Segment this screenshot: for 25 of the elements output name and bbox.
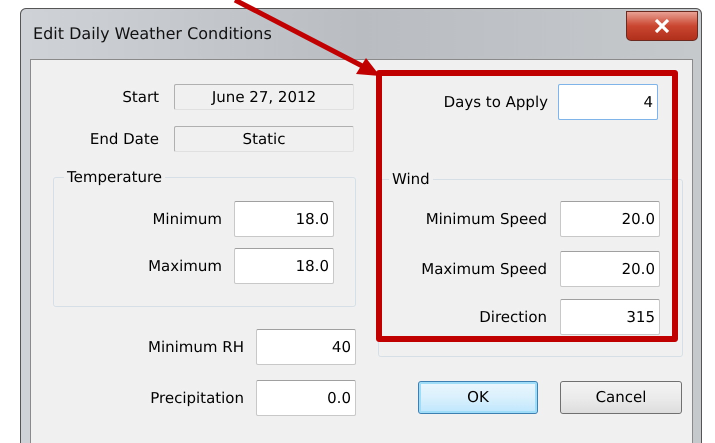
input-field[interactable]: 20.0 bbox=[560, 201, 660, 237]
ok-button[interactable]: OK bbox=[418, 381, 538, 414]
input-field[interactable]: 40 bbox=[256, 329, 356, 365]
field-label: Maximum bbox=[148, 256, 222, 277]
field-label: Start bbox=[122, 86, 159, 108]
input-field[interactable]: 18.0 bbox=[234, 201, 334, 237]
field-label: Days to Apply bbox=[444, 92, 548, 113]
close-button[interactable] bbox=[626, 11, 698, 41]
input-field[interactable]: 0.0 bbox=[256, 380, 356, 416]
input-field[interactable]: 18.0 bbox=[234, 248, 334, 284]
field-label: Minimum RH bbox=[148, 336, 244, 358]
close-icon bbox=[654, 19, 670, 33]
field-label: Minimum Speed bbox=[426, 208, 547, 230]
field-label: Maximum Speed bbox=[421, 258, 547, 280]
input-field[interactable]: 20.0 bbox=[560, 251, 660, 287]
field-label: Precipitation bbox=[150, 388, 244, 409]
input-field[interactable]: 315 bbox=[560, 299, 660, 335]
field-label: End Date bbox=[90, 128, 159, 150]
cancel-button[interactable]: Cancel bbox=[560, 381, 682, 414]
input-field[interactable]: Static bbox=[174, 126, 354, 152]
field-label: Minimum bbox=[152, 208, 222, 230]
window-title: Edit Daily Weather Conditions bbox=[33, 23, 272, 45]
field-label: Direction bbox=[479, 306, 547, 328]
input-field[interactable]: June 27, 2012 bbox=[174, 84, 354, 110]
input-field[interactable]: 4 bbox=[558, 84, 658, 120]
